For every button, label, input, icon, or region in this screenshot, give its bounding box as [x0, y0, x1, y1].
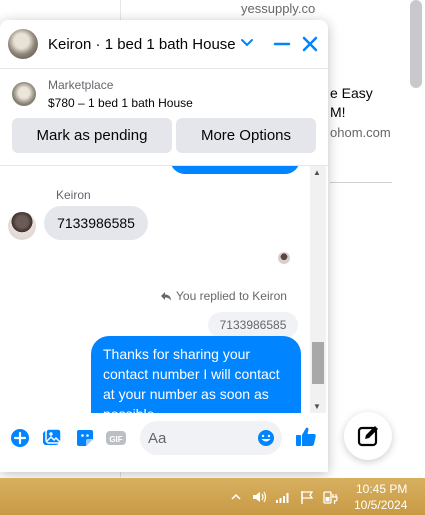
- incoming-message-bubble[interactable]: 7133986585: [44, 206, 148, 240]
- new-message-button[interactable]: [344, 412, 392, 460]
- chat-header: Keiron · 1 bed 1 bath House: [0, 20, 328, 69]
- message-input[interactable]: Aa: [140, 421, 282, 455]
- svg-text:GIF: GIF: [109, 435, 122, 444]
- background-separator: [330, 182, 392, 183]
- sticker-icon[interactable]: [74, 427, 96, 449]
- photo-icon[interactable]: [41, 427, 63, 449]
- replied-to-label: You replied to Keiron: [176, 289, 287, 303]
- emoji-icon[interactable]: [256, 428, 276, 448]
- network-signal-icon[interactable]: [275, 489, 291, 505]
- clock-time[interactable]: 10:45 PM: [356, 482, 407, 496]
- scroll-down-arrow-icon[interactable]: ▼: [313, 402, 321, 411]
- background-ad-domain: ohom.com: [330, 125, 391, 140]
- plus-circle-icon[interactable]: [9, 427, 31, 449]
- message-composer: GIF Aa: [0, 413, 328, 472]
- show-hidden-icons-icon[interactable]: [228, 489, 244, 505]
- background-scrollbar-thumb[interactable]: [410, 0, 422, 88]
- contact-avatar[interactable]: [8, 29, 38, 59]
- background-ad-title-line2: M!: [330, 104, 346, 120]
- chat-title[interactable]: Keiron · 1 bed 1 bath House: [48, 36, 236, 53]
- more-options-button[interactable]: More Options: [176, 118, 316, 153]
- sender-avatar[interactable]: [8, 212, 36, 240]
- minimize-icon[interactable]: [272, 34, 292, 54]
- reply-icon: [161, 292, 171, 301]
- listing-title[interactable]: $780 – 1 bed 1 bath House: [48, 96, 193, 110]
- clock-date[interactable]: 10/5/2024: [354, 498, 407, 512]
- previous-outgoing-bubble: [170, 166, 300, 174]
- taskbar: 10:45 PM 10/5/2024: [0, 478, 425, 515]
- seen-indicator-avatar: [278, 252, 290, 264]
- background-ad-title[interactable]: e Easy M!: [330, 84, 373, 122]
- message-thread[interactable]: Keiron 7133986585 You replied to Keiron …: [0, 166, 328, 413]
- chevron-down-icon[interactable]: [240, 35, 254, 49]
- quoted-message[interactable]: 7133986585: [208, 312, 298, 338]
- battery-plug-icon[interactable]: [322, 489, 338, 505]
- marketplace-listing-panel: Marketplace $780 – 1 bed 1 bath House Ma…: [0, 69, 328, 166]
- gif-icon[interactable]: GIF: [105, 427, 127, 449]
- close-icon[interactable]: [300, 34, 320, 54]
- background-ad-title-line1: e Easy: [330, 85, 373, 101]
- listing-thumbnail[interactable]: [12, 82, 36, 106]
- thumbs-up-icon[interactable]: [294, 425, 318, 449]
- compose-icon: [357, 426, 378, 447]
- mark-as-pending-button[interactable]: Mark as pending: [12, 118, 172, 153]
- sender-name: Keiron: [56, 188, 91, 202]
- messenger-chat-window: Keiron · 1 bed 1 bath House Marketplace …: [0, 20, 328, 472]
- scroll-up-arrow-icon[interactable]: ▲: [313, 168, 321, 177]
- background-domain-text: yessupply.co: [241, 1, 316, 16]
- message-input-placeholder: Aa: [148, 430, 167, 447]
- volume-icon[interactable]: [251, 489, 267, 505]
- marketplace-label: Marketplace: [48, 78, 114, 92]
- flag-icon[interactable]: [299, 489, 315, 505]
- outgoing-message-bubble[interactable]: Thanks for sharing your contact number I…: [91, 336, 301, 413]
- thread-scrollbar-thumb[interactable]: [312, 342, 324, 384]
